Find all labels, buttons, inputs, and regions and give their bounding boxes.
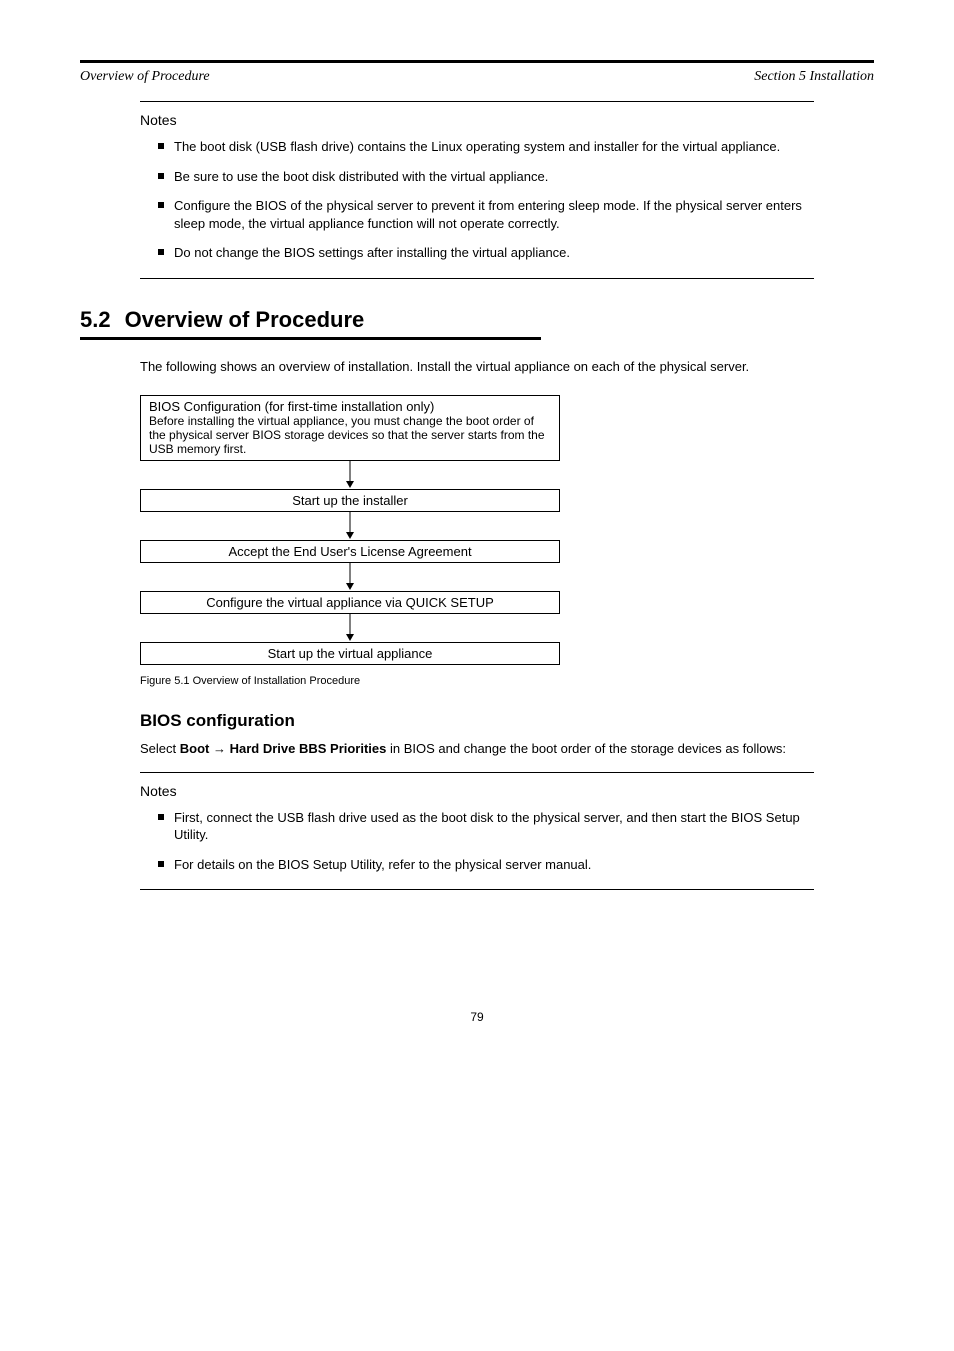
figure-caption: Figure 5.1 Overview of Installation Proc… — [140, 675, 874, 687]
flow-arrow-icon — [140, 563, 560, 591]
section-title: Overview of Procedure — [125, 307, 365, 333]
running-header: Overview of Procedure Section 5 Installa… — [80, 69, 874, 85]
instr-prefix: Select — [140, 741, 180, 756]
flow-step-title: Configure the virtual appliance via QUIC… — [206, 595, 494, 610]
overview-paragraph: The following shows an overview of insta… — [140, 358, 804, 377]
note-item: The boot disk (USB flash drive) contains… — [158, 138, 814, 156]
flow-step-title: Start up the installer — [292, 493, 408, 508]
flow-step-title: Accept the End User's License Agreement — [228, 544, 471, 559]
top-rule — [80, 60, 874, 63]
section-heading: 5.2 Overview of Procedure — [80, 307, 541, 340]
flow-step-desc: Before installing the virtual appliance,… — [149, 414, 551, 457]
note-item: For details on the BIOS Setup Utility, r… — [158, 856, 814, 874]
notes-block-top: Notes The boot disk (USB flash drive) co… — [140, 101, 814, 279]
notes-block-bios: Notes First, connect the USB flash drive… — [140, 772, 814, 891]
notes-title: Notes — [140, 112, 814, 128]
flowchart: BIOS Configuration (for first-time insta… — [140, 395, 560, 665]
flow-step-title: BIOS Configuration (for first-time insta… — [149, 399, 551, 414]
flow-arrow-icon — [140, 461, 560, 489]
section-number: 5.2 — [80, 307, 111, 333]
flow-step-title: Start up the virtual appliance — [268, 646, 433, 661]
bios-subheading: BIOS configuration — [140, 711, 874, 731]
page-number: 79 — [80, 1010, 874, 1024]
instr-suffix: in BIOS and change the boot order of the… — [390, 741, 786, 756]
notes-title: Notes — [140, 783, 814, 799]
right-arrow-icon: → — [213, 741, 230, 756]
flow-step-2: Start up the installer — [140, 489, 560, 512]
bios-path-boot: Boot — [180, 741, 210, 756]
header-right: Section 5 Installation — [754, 69, 874, 85]
note-item: Be sure to use the boot disk distributed… — [158, 168, 814, 186]
note-item: First, connect the USB flash drive used … — [158, 809, 814, 844]
note-item: Do not change the BIOS settings after in… — [158, 244, 814, 262]
bios-instruction: Select Boot → Hard Drive BBS Priorities … — [140, 741, 804, 756]
note-item: Configure the BIOS of the physical serve… — [158, 197, 814, 232]
bios-path-priorities: Hard Drive BBS Priorities — [230, 741, 387, 756]
flow-arrow-icon — [140, 614, 560, 642]
header-left: Overview of Procedure — [80, 69, 210, 85]
notes-list: The boot disk (USB flash drive) contains… — [140, 138, 814, 262]
flow-arrow-icon — [140, 512, 560, 540]
flow-step-5: Start up the virtual appliance — [140, 642, 560, 665]
flow-step-4: Configure the virtual appliance via QUIC… — [140, 591, 560, 614]
notes-list: First, connect the USB flash drive used … — [140, 809, 814, 874]
flow-step-1: BIOS Configuration (for first-time insta… — [140, 395, 560, 461]
flow-step-3: Accept the End User's License Agreement — [140, 540, 560, 563]
